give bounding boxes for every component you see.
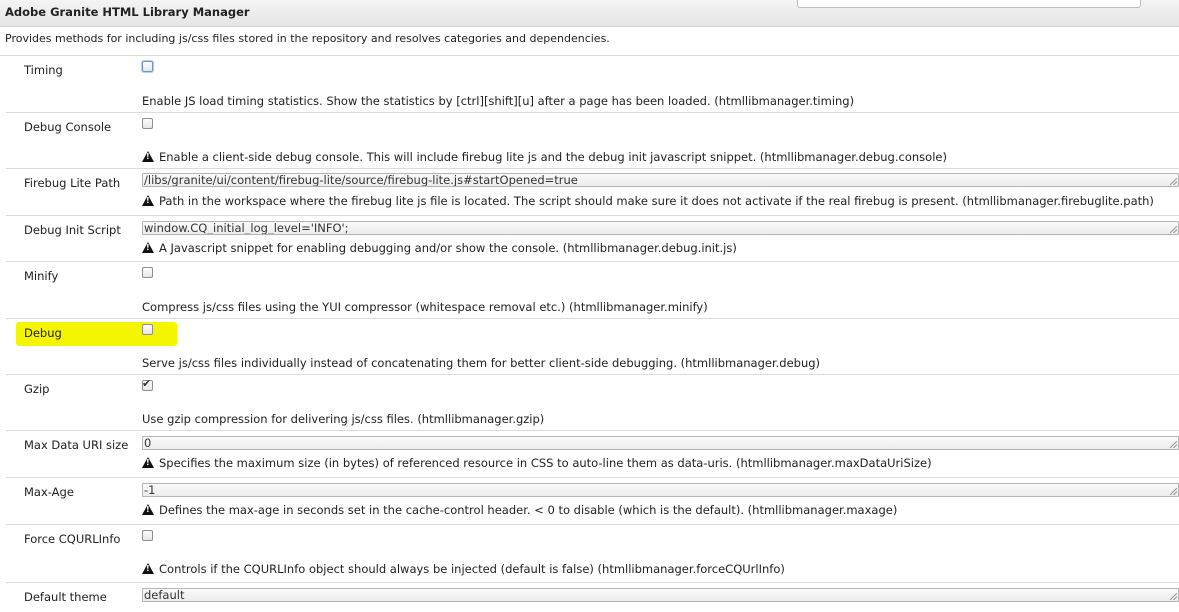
row-gzip: Gzip ✔ Use gzip compression for deliveri… bbox=[6, 374, 1179, 430]
firebug-lite-path-control: /libs/granite/ui/content/firebug-lite/so… bbox=[142, 173, 1179, 187]
default-theme-input[interactable]: default bbox=[142, 588, 1179, 602]
firebug-lite-path-value: /libs/granite/ui/content/firebug-lite/so… bbox=[144, 173, 578, 187]
timing-label: Timing bbox=[24, 63, 63, 77]
gzip-control: ✔ bbox=[142, 377, 153, 391]
debug-init-script-label: Debug Init Script bbox=[24, 223, 121, 237]
minify-label: Minify bbox=[24, 269, 59, 283]
warning-icon bbox=[142, 563, 154, 574]
warning-icon bbox=[142, 457, 154, 468]
debug-init-script-help-line: A Javascript snippet for enabling debugg… bbox=[142, 241, 737, 255]
debug-init-script-help: A Javascript snippet for enabling debugg… bbox=[159, 241, 737, 255]
firebug-lite-path-help: Path in the workspace where the firebug … bbox=[159, 194, 1154, 208]
default-theme-label: Default theme bbox=[24, 590, 107, 604]
max-age-input[interactable]: -1 bbox=[142, 483, 1179, 497]
warning-icon bbox=[142, 504, 154, 515]
resize-grip-icon[interactable] bbox=[1170, 488, 1177, 495]
config-title: Adobe Granite HTML Library Manager bbox=[5, 5, 250, 19]
row-debug-console: Debug Console Enable a client-side debug… bbox=[6, 112, 1179, 168]
minify-help: Compress js/css files using the YUI comp… bbox=[142, 300, 708, 314]
max-data-uri-size-label: Max Data URI size bbox=[24, 438, 129, 452]
firebug-lite-path-help-line: Path in the workspace where the firebug … bbox=[142, 194, 1154, 208]
row-default-theme: Default theme default bbox=[6, 582, 1179, 612]
debug-console-checkbox[interactable] bbox=[142, 118, 153, 129]
debug-console-control bbox=[142, 118, 153, 129]
overlay-dropdown-edge bbox=[797, 0, 1141, 8]
checkmark-icon: ✔ bbox=[142, 377, 152, 390]
max-age-label: Max-Age bbox=[24, 485, 74, 499]
timing-control bbox=[142, 61, 153, 72]
force-cqurlinfo-help-line: Controls if the CQURLInfo object should … bbox=[142, 562, 785, 576]
minify-checkbox[interactable] bbox=[142, 267, 153, 278]
debug-label: Debug bbox=[24, 326, 62, 340]
row-timing: Timing Enable JS load timing statistics.… bbox=[0, 55, 1179, 112]
max-data-uri-size-input[interactable]: 0 bbox=[142, 436, 1179, 450]
max-data-uri-size-help-line: Specifies the maximum size (in bytes) of… bbox=[142, 456, 932, 470]
max-age-value: -1 bbox=[144, 483, 156, 497]
resize-grip-icon[interactable] bbox=[1170, 226, 1177, 233]
debug-init-script-control: window.CQ_initial_log_level='INFO'; bbox=[142, 221, 1179, 235]
max-age-help-line: Defines the max-age in seconds set in th… bbox=[142, 503, 897, 517]
max-data-uri-size-help: Specifies the maximum size (in bytes) of… bbox=[159, 456, 932, 470]
minify-control bbox=[142, 267, 153, 278]
config-description: Provides methods for including js/css fi… bbox=[5, 32, 610, 45]
debug-help: Serve js/css files individually instead … bbox=[142, 356, 821, 370]
resize-grip-icon[interactable] bbox=[1170, 441, 1177, 448]
row-minify: Minify Compress js/css files using the Y… bbox=[6, 261, 1179, 318]
resize-grip-icon[interactable] bbox=[1170, 178, 1177, 185]
gzip-help: Use gzip compression for delivering js/c… bbox=[142, 412, 545, 426]
firebug-lite-path-input[interactable]: /libs/granite/ui/content/firebug-lite/so… bbox=[142, 173, 1179, 187]
timing-help: Enable JS load timing statistics. Show t… bbox=[142, 94, 855, 108]
default-theme-control: default bbox=[142, 588, 1179, 602]
config-rows: Timing Enable JS load timing statistics.… bbox=[0, 55, 1179, 612]
max-data-uri-size-value: 0 bbox=[144, 436, 152, 450]
debug-init-script-value: window.CQ_initial_log_level='INFO'; bbox=[144, 221, 349, 235]
force-cqurlinfo-help: Controls if the CQURLInfo object should … bbox=[159, 562, 785, 576]
debug-console-label: Debug Console bbox=[24, 120, 112, 134]
resize-grip-icon[interactable] bbox=[1170, 593, 1177, 600]
force-cqurlinfo-checkbox[interactable] bbox=[142, 530, 153, 541]
row-debug: Debug Serve js/css files individually in… bbox=[6, 318, 1179, 374]
max-data-uri-size-control: 0 bbox=[142, 436, 1179, 450]
force-cqurlinfo-control bbox=[142, 530, 153, 541]
warning-icon bbox=[142, 195, 154, 206]
debug-console-help: Enable a client-side debug console. This… bbox=[159, 150, 947, 164]
gzip-label: Gzip bbox=[24, 382, 50, 396]
force-cqurlinfo-label: Force CQURLInfo bbox=[24, 532, 121, 546]
max-age-control: -1 bbox=[142, 483, 1179, 497]
max-age-help: Defines the max-age in seconds set in th… bbox=[159, 503, 898, 517]
debug-checkbox[interactable] bbox=[142, 324, 153, 335]
row-firebug-lite-path: Firebug Lite Path /libs/granite/ui/conte… bbox=[6, 168, 1179, 215]
warning-icon bbox=[142, 242, 154, 253]
timing-checkbox[interactable] bbox=[142, 61, 153, 72]
debug-console-help-line: Enable a client-side debug console. This… bbox=[142, 150, 947, 164]
config-header: Adobe Granite HTML Library Manager bbox=[0, 0, 1179, 27]
gzip-checkbox[interactable]: ✔ bbox=[142, 377, 153, 391]
warning-icon bbox=[142, 151, 154, 162]
row-max-age: Max-Age -1 Defines the max-age in second… bbox=[6, 477, 1179, 524]
default-theme-value: default bbox=[144, 588, 185, 602]
debug-control bbox=[142, 324, 153, 335]
row-max-data-uri-size: Max Data URI size 0 Specifies the maximu… bbox=[6, 430, 1179, 477]
debug-init-script-input[interactable]: window.CQ_initial_log_level='INFO'; bbox=[142, 221, 1179, 235]
firebug-lite-path-label: Firebug Lite Path bbox=[24, 176, 121, 190]
row-force-cqurlinfo: Force CQURLInfo Controls if the CQURLInf… bbox=[6, 524, 1179, 582]
row-debug-init-script: Debug Init Script window.CQ_initial_log_… bbox=[6, 215, 1179, 261]
